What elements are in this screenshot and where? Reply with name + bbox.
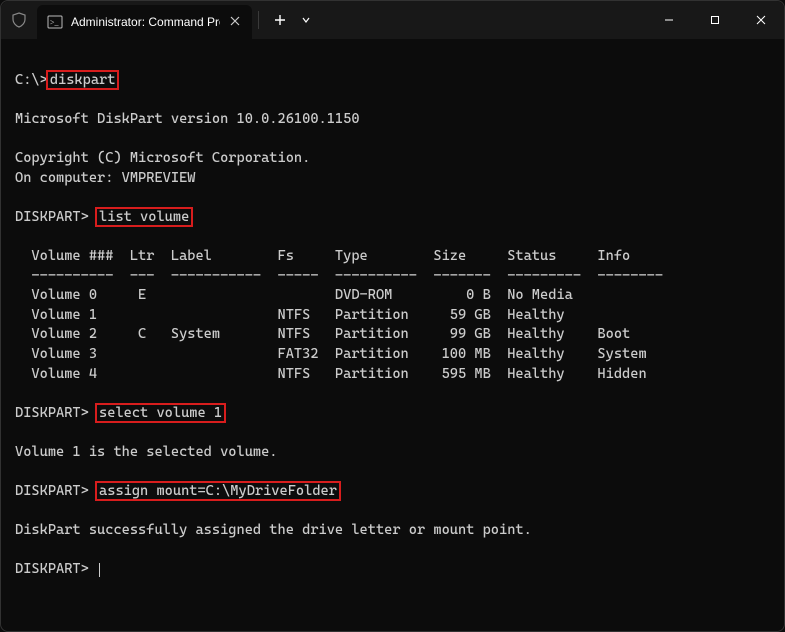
banner-line: On computer: VMPREVIEW [15, 170, 195, 186]
close-button[interactable] [738, 1, 784, 39]
response-line: Volume 1 is the selected volume. [15, 444, 278, 460]
tab-close-icon[interactable] [228, 12, 242, 32]
banner-line: Microsoft DiskPart version 10.0.26100.11… [15, 111, 360, 127]
tab-dropdown-icon[interactable] [295, 6, 317, 34]
cmd-icon: >_ [47, 14, 63, 30]
titlebar: >_ Administrator: Command Pro [1, 1, 784, 39]
tab-active[interactable]: >_ Administrator: Command Pro [37, 5, 252, 39]
highlight-cmd-select-volume: select volume 1 [95, 403, 226, 423]
prompt: DISKPART> [15, 405, 89, 421]
table-row: Volume 0 E DVD-ROM 0 B No Media [15, 287, 573, 303]
highlight-cmd-diskpart: diskpart [46, 70, 120, 90]
highlight-cmd-list-volume: list volume [95, 207, 193, 227]
table-row: Volume 3 FAT32 Partition 100 MB Healthy … [15, 346, 647, 362]
terminal-content[interactable]: C:\>diskpart Microsoft DiskPart version … [1, 39, 784, 631]
maximize-button[interactable] [692, 1, 738, 39]
terminal-output: C:\>diskpart Microsoft DiskPart version … [15, 71, 770, 580]
table-row: Volume 1 NTFS Partition 59 GB Healthy [15, 307, 565, 323]
tab-separator [258, 11, 259, 29]
tab-title: Administrator: Command Pro [71, 15, 220, 29]
prompt: DISKPART> [15, 483, 89, 499]
highlight-cmd-assign-mount: assign mount=C:\MyDriveFolder [95, 481, 341, 501]
terminal-window: >_ Administrator: Command Pro C:\>diskpa… [0, 0, 785, 632]
prompt: DISKPART> [15, 209, 89, 225]
table-row: Volume 2 C System NTFS Partition 99 GB H… [15, 326, 630, 342]
table-divider: ---------- --- ----------- ----- -------… [15, 268, 663, 284]
minimize-button[interactable] [646, 1, 692, 39]
table-header: Volume ### Ltr Label Fs Type Size Status… [15, 248, 630, 264]
new-tab-button[interactable] [265, 6, 295, 34]
prompt: DISKPART> [15, 561, 89, 577]
prompt: C:\> [15, 72, 48, 88]
svg-text:>_: >_ [50, 18, 60, 27]
banner-line: Copyright (C) Microsoft Corporation. [15, 150, 310, 166]
app-shield-badge [1, 12, 37, 28]
table-row: Volume 4 NTFS Partition 595 MB Healthy H… [15, 366, 647, 382]
cursor [99, 563, 100, 577]
response-line: DiskPart successfully assigned the drive… [15, 522, 532, 538]
